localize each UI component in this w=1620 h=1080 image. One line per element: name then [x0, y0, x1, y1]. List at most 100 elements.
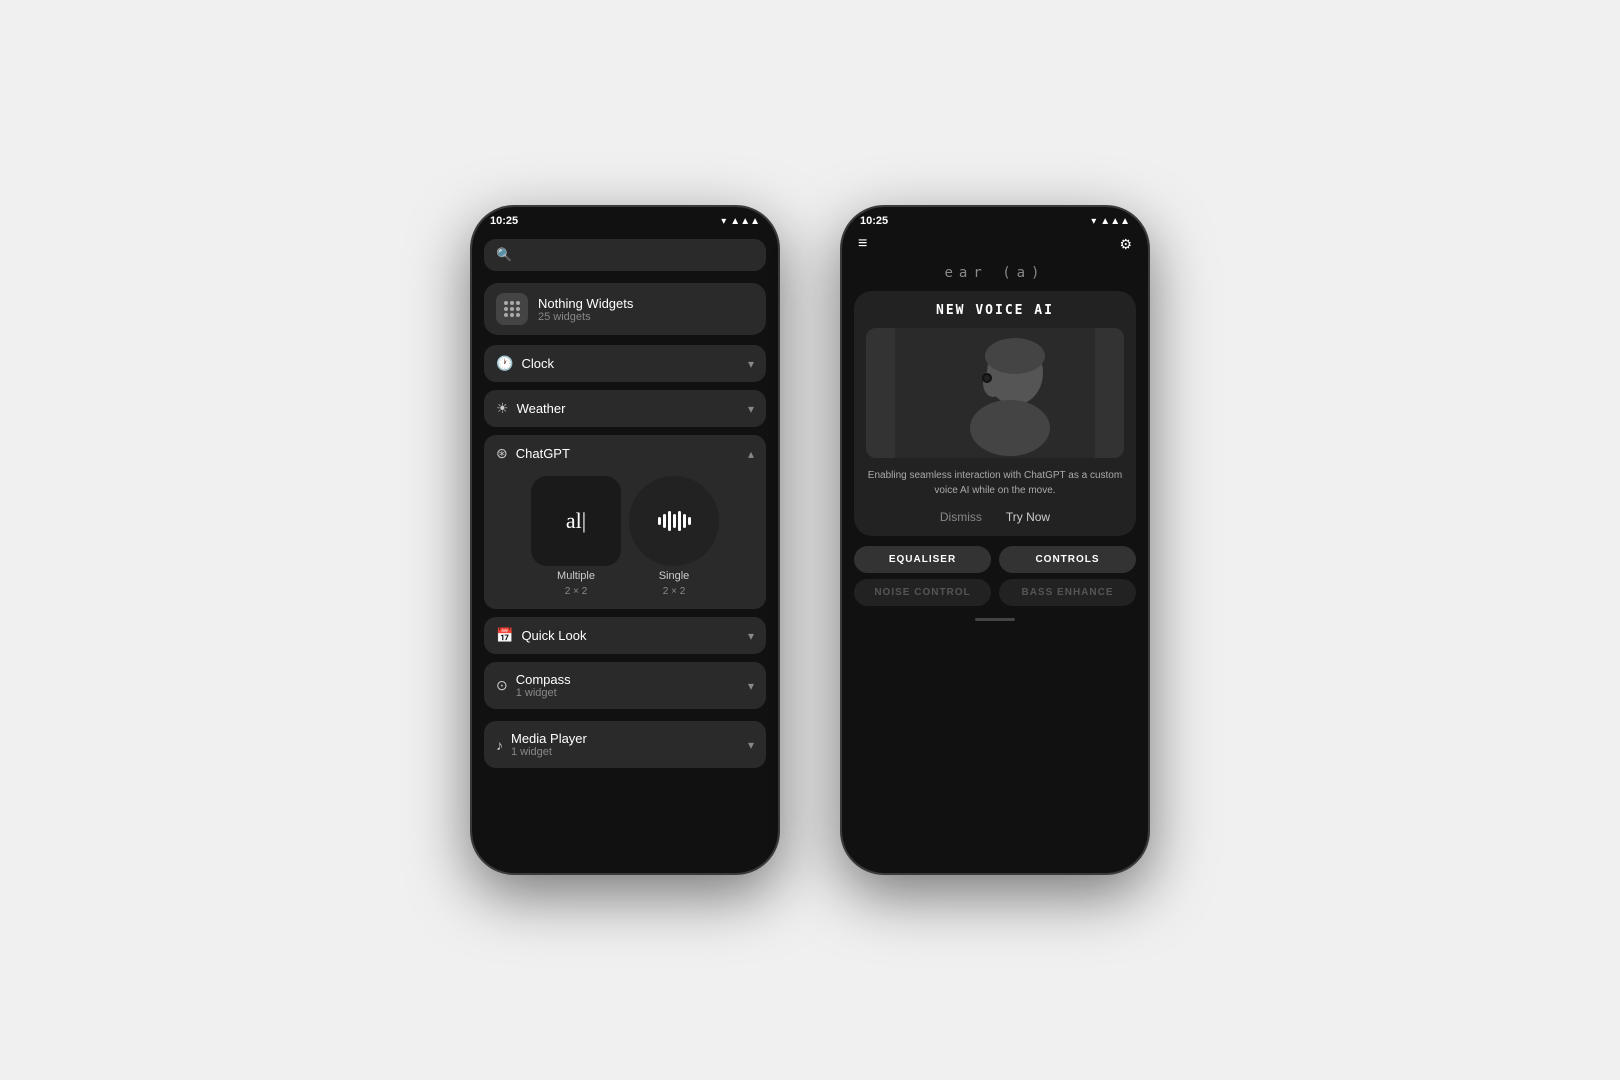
compass-row[interactable]: ⊙ Compass 1 widget ▾ [484, 662, 766, 709]
controls-tab[interactable]: CONTROLS [999, 546, 1136, 573]
chatgpt-left: ⊛ ChatGPT [496, 445, 570, 462]
nothing-widgets-count: 25 widgets [538, 311, 633, 323]
multiple-widget-preview: al| [531, 476, 621, 566]
chatgpt-chevron-icon: ▴ [748, 447, 754, 461]
promo-actions: Dismiss Try Now [866, 510, 1124, 524]
nothing-widgets-name: Nothing Widgets [538, 296, 633, 311]
nothing-widgets-row[interactable]: Nothing Widgets 25 widgets [484, 283, 766, 335]
mediaplayer-chevron-icon: ▾ [748, 738, 754, 752]
bottom-tabs: EQUALISER CONTROLS [842, 536, 1148, 579]
dot [510, 307, 514, 311]
mediaplayer-name: Media Player [511, 731, 587, 746]
ear-app-content: ≡ ⚙ ear (a) NEW VOICE AI [842, 231, 1148, 873]
bass-enhance-tab[interactable]: BASS ENHANCE [999, 579, 1136, 606]
status-bar-2: 10:25 ▾ ▲▲▲ [842, 207, 1148, 231]
clock-row[interactable]: 🕐 Clock ▾ [484, 345, 766, 382]
mediaplayer-left: ♪ Media Player 1 widget [496, 731, 587, 758]
weather-label: Weather [517, 401, 566, 416]
chatgpt-label: ChatGPT [516, 446, 570, 461]
compass-left: ⊙ Compass 1 widget [496, 672, 571, 699]
phone-2: 10:25 ▾ ▲▲▲ ≡ ⚙ ear (a) NEW VOICE AI [840, 205, 1150, 875]
signal-icon-2: ▲▲▲ [1100, 216, 1130, 227]
search-icon: 🔍 [496, 247, 512, 263]
weather-icon: ☀ [496, 400, 509, 417]
dot [504, 313, 508, 317]
multiple-widget-size: 2 × 2 [565, 586, 588, 597]
clock-chevron-icon: ▾ [748, 357, 754, 371]
dismiss-button[interactable]: Dismiss [940, 510, 982, 524]
ai-text-icon: al| [566, 508, 586, 534]
single-widget-size: 2 × 2 [663, 586, 686, 597]
dot [516, 307, 520, 311]
grid-dots-icon [504, 301, 520, 317]
mediaplayer-info: Media Player 1 widget [511, 731, 587, 758]
mediaplayer-icon: ♪ [496, 737, 503, 753]
compass-icon: ⊙ [496, 677, 508, 694]
multiple-widget-item[interactable]: al| Multiple 2 × 2 [531, 476, 621, 597]
clock-icon: 🕐 [496, 355, 513, 372]
phone-2-screen: 10:25 ▾ ▲▲▲ ≡ ⚙ ear (a) NEW VOICE AI [842, 207, 1148, 873]
clock-left: 🕐 Clock [496, 355, 554, 372]
weather-row[interactable]: ☀ Weather ▾ [484, 390, 766, 427]
single-widget-label: Single [659, 570, 690, 582]
camera-notch-2 [990, 213, 1000, 223]
settings-icon[interactable]: ⚙ [1119, 236, 1132, 253]
chatgpt-section[interactable]: ⊛ ChatGPT ▴ al| Multiple 2 × 2 [484, 435, 766, 609]
phone-1-screen: 10:25 ▾ ▲▲▲ 🔍 [472, 207, 778, 873]
status-time-2: 10:25 [860, 215, 888, 227]
compass-chevron-icon: ▾ [748, 679, 754, 693]
wifi-icon: ▾ [721, 216, 726, 227]
signal-icon: ▲▲▲ [730, 216, 760, 227]
brand-logo: ear (a) [842, 261, 1148, 291]
dot [510, 313, 514, 317]
weather-left: ☀ Weather [496, 400, 565, 417]
dot [510, 301, 514, 305]
person-silhouette [866, 328, 1124, 458]
voice-wave-icon [658, 511, 691, 531]
noise-control-tab[interactable]: NOISE CONTROL [854, 579, 991, 606]
chatgpt-icon: ⊛ [496, 445, 508, 462]
dot [516, 313, 520, 317]
widget-picker-content: 🔍 [472, 231, 778, 873]
search-bar[interactable]: 🔍 [484, 239, 766, 271]
status-icons-2: ▾ ▲▲▲ [1091, 216, 1130, 227]
compass-sub: 1 widget [516, 687, 571, 699]
quicklook-label: Quick Look [521, 628, 586, 643]
person-illustration [895, 328, 1095, 458]
compass-info: Compass 1 widget [516, 672, 571, 699]
quicklook-chevron-icon: ▾ [748, 629, 754, 643]
quicklook-icon: 📅 [496, 627, 513, 644]
mediaplayer-sub: 1 widget [511, 746, 587, 758]
wifi-icon-2: ▾ [1091, 216, 1096, 227]
menu-icon[interactable]: ≡ [858, 235, 869, 253]
compass-name: Compass [516, 672, 571, 687]
chatgpt-widgets: al| Multiple 2 × 2 [484, 472, 766, 609]
dot [504, 307, 508, 311]
promo-card: NEW VOICE AI [854, 291, 1136, 536]
nothing-widgets-info: Nothing Widgets 25 widgets [538, 296, 633, 323]
camera-notch-1 [620, 213, 630, 223]
ear-app-header: ≡ ⚙ [842, 231, 1148, 261]
single-widget-item[interactable]: Single 2 × 2 [629, 476, 719, 597]
promo-title: NEW VOICE AI [866, 303, 1124, 318]
chatgpt-header[interactable]: ⊛ ChatGPT ▴ [484, 435, 766, 472]
single-widget-preview [629, 476, 719, 566]
dot [516, 301, 520, 305]
status-bar-1: 10:25 ▾ ▲▲▲ [472, 207, 778, 231]
bottom-extra-tabs: NOISE CONTROL BASS ENHANCE [842, 579, 1148, 614]
try-now-button[interactable]: Try Now [1006, 510, 1050, 524]
promo-image [866, 328, 1124, 458]
mediaplayer-row[interactable]: ♪ Media Player 1 widget ▾ [484, 721, 766, 768]
equaliser-tab[interactable]: EQUALISER [854, 546, 991, 573]
multiple-widget-label: Multiple [557, 570, 595, 582]
phone-1: 10:25 ▾ ▲▲▲ 🔍 [470, 205, 780, 875]
nothing-widgets-icon [496, 293, 528, 325]
dot [504, 301, 508, 305]
status-time-1: 10:25 [490, 215, 518, 227]
promo-description: Enabling seamless interaction with ChatG… [866, 468, 1124, 498]
quicklook-left: 📅 Quick Look [496, 627, 586, 644]
weather-chevron-icon: ▾ [748, 402, 754, 416]
status-icons-1: ▾ ▲▲▲ [721, 216, 760, 227]
home-indicator [975, 618, 1015, 621]
quicklook-row[interactable]: 📅 Quick Look ▾ [484, 617, 766, 654]
